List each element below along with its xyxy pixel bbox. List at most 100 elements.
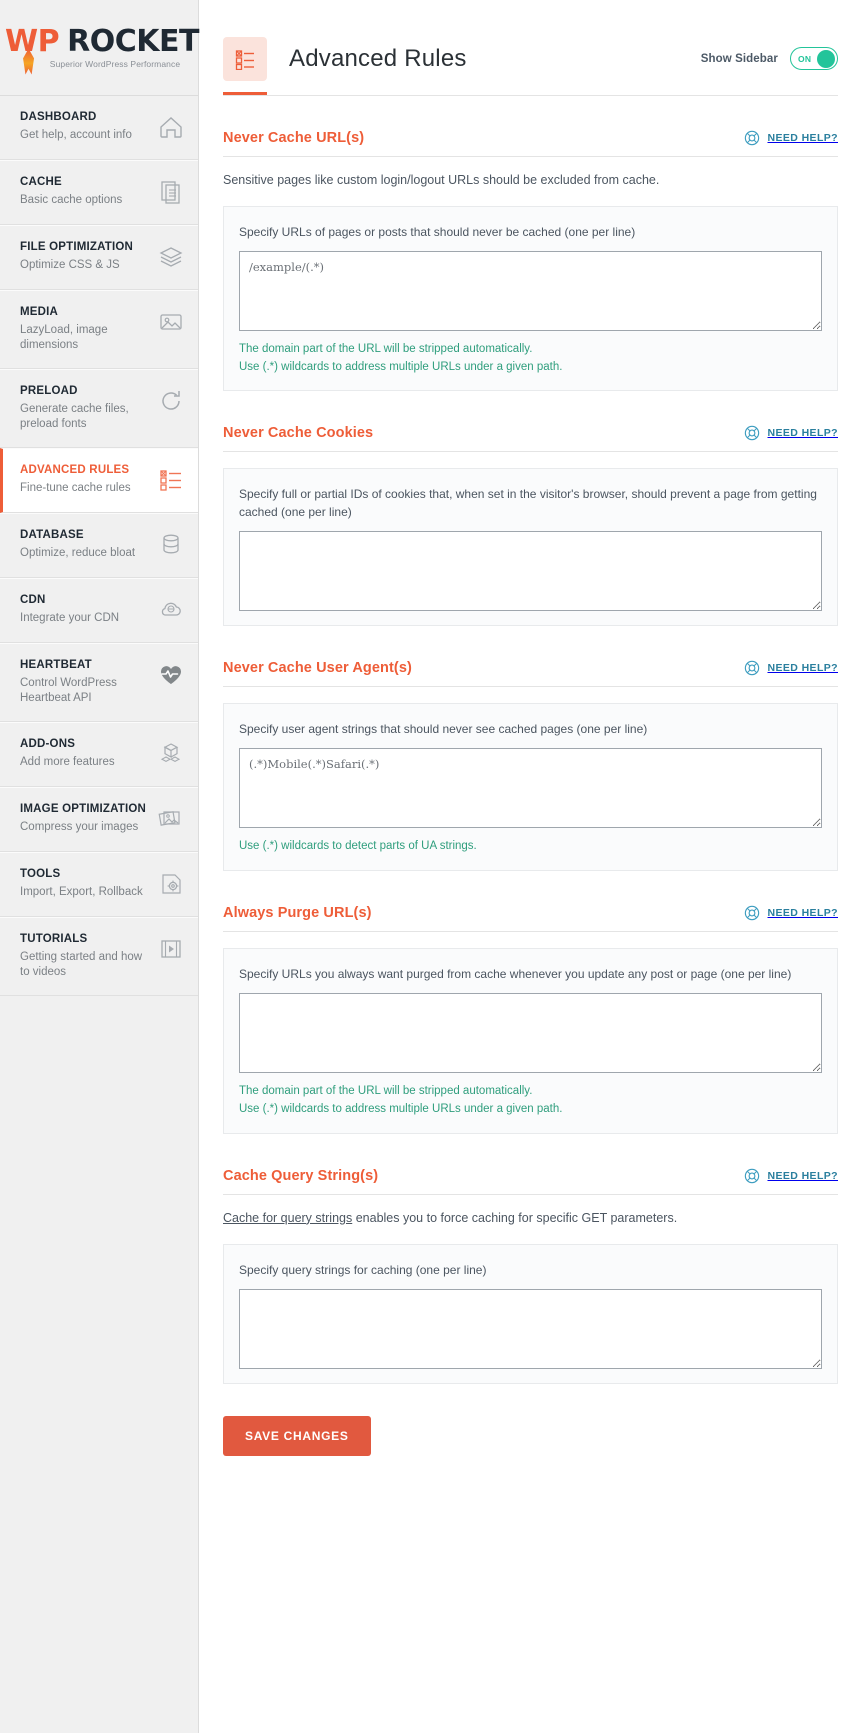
toggle-knob: [817, 49, 835, 68]
cloud-cdn-icon: [158, 597, 184, 623]
heartbeat-icon: [158, 662, 184, 688]
section-description-text: Sensitive pages like custom login/logout…: [223, 173, 660, 187]
need-help-label: NEED HELP?: [767, 1169, 838, 1182]
field-label: Specify URLs you always want purged from…: [239, 967, 792, 982]
need-help-link[interactable]: NEED HELP?: [744, 905, 838, 921]
sidebar-item-text: TUTORIALS Getting started and how to vide…: [20, 932, 156, 981]
sidebar-item-label: DASHBOARD: [20, 111, 97, 123]
refresh-icon: [158, 388, 184, 414]
field-container: Specify full or partial IDs of cookies t…: [223, 468, 838, 627]
never-cache-url-s-textarea[interactable]: [239, 250, 822, 331]
wp-rocket-logo: WP ROCKET Superior WordPress Performance: [0, 0, 199, 95]
addons-cubes-icon: [158, 741, 184, 767]
field-hint: Use (.*) wildcards to detect parts of UA…: [239, 840, 477, 853]
sidebar: WP ROCKET Superior WordPress Performance…: [0, 0, 199, 1733]
sidebar-item-text: MEDIA LazyLoad, image dimensions: [20, 305, 156, 354]
section-header: Never Cache URL(s) NEED HELP?: [223, 130, 838, 157]
section-title: Cache Query String(s): [223, 1167, 379, 1184]
logo-tagline: Superior WordPress Performance: [49, 58, 181, 69]
show-sidebar-toggle[interactable]: ON: [790, 47, 838, 70]
document-icon: [158, 179, 184, 205]
field-container: Specify user agent strings that should n…: [223, 703, 838, 872]
section-description-link[interactable]: Cache for query strings: [223, 1211, 352, 1225]
need-help-link[interactable]: NEED HELP?: [744, 130, 838, 146]
section-description: Cache for query strings enables you to f…: [223, 1209, 838, 1228]
lifebuoy-icon: [745, 661, 760, 676]
sidebar-item-sublabel: Fine-tune cache rules: [20, 481, 131, 494]
section-title: Never Cache User Agent(s): [223, 660, 412, 677]
sidebar-item-label: FILE OPTIMIZATION: [20, 241, 134, 253]
field-hint: The domain part of the URL will be strip…: [239, 1085, 533, 1098]
section-never-cache-cookies: Never Cache Cookies NEED HELP? Specify fu…: [223, 391, 838, 627]
field-hints: The domain part of the URL will be strip…: [239, 341, 822, 377]
section-description: Sensitive pages like custom login/logout…: [223, 171, 838, 190]
lifebuoy-icon: [745, 905, 760, 921]
sidebar-item-cdn[interactable]: CDN Integrate your CDN: [0, 577, 198, 643]
sidebar-item-label: PRELOAD: [20, 384, 78, 397]
sidebar-item-sublabel: Integrate your CDN: [20, 611, 120, 624]
section-always-purge-url-s: Always Purge URL(s) NEED HELP? Specify UR…: [223, 871, 838, 1134]
section-title: Never Cache URL(s): [223, 130, 365, 146]
logo-wp-text: WP: [5, 23, 60, 59]
need-help-label: NEED HELP?: [767, 132, 838, 144]
section-title: Always Purge URL(s): [223, 905, 372, 922]
sidebar-item-sublabel: Import, Export, Rollback: [20, 885, 143, 898]
sidebar-item-sublabel: LazyLoad, image dimensions: [20, 323, 108, 352]
section-header: Always Purge URL(s) NEED HELP?: [223, 905, 838, 933]
sidebar-item-preload[interactable]: PRELOAD Generate cache files, preload fon…: [0, 368, 198, 448]
sidebar-item-label: ADD-ONS: [20, 737, 76, 750]
sidebar-item-tutorials[interactable]: TUTORIALS Getting started and how to vide…: [0, 916, 198, 996]
settings-sections: Never Cache URL(s) NEED HELP? Sensitive p…: [199, 96, 864, 1384]
sidebar-item-heartbeat[interactable]: HEARTBEAT Control WordPress Heartbeat API: [0, 642, 198, 722]
sidebar-item-image-optimization[interactable]: IMAGE OPTIMIZATION Compress your images: [0, 786, 198, 852]
header-controls: Show Sidebar ON: [701, 47, 838, 70]
gear-icon: [158, 871, 184, 897]
never-cache-user-agent-s-textarea[interactable]: [239, 748, 822, 829]
never-cache-cookies-textarea[interactable]: [239, 531, 822, 612]
need-help-link[interactable]: NEED HELP?: [744, 425, 838, 441]
section-header: Cache Query String(s) NEED HELP?: [223, 1168, 838, 1195]
wp-rocket-settings-page: WP ROCKET Superior WordPress Performance…: [0, 0, 864, 1733]
sidebar-item-add-ons[interactable]: ADD-ONS Add more features: [0, 721, 198, 787]
sidebar-item-sublabel: Optimize CSS & JS: [20, 258, 120, 271]
need-help-label: NEED HELP?: [767, 662, 838, 675]
sidebar-item-label: TUTORIALS: [20, 932, 88, 945]
sidebar-item-sublabel: Control WordPress Heartbeat API: [20, 676, 117, 705]
need-help-link[interactable]: NEED HELP?: [744, 660, 838, 676]
sidebar-item-text: DATABASE Optimize, reduce bloat: [20, 528, 141, 561]
field-container: Specify query strings for caching (one p…: [223, 1243, 838, 1384]
cache-query-string-s-textarea[interactable]: [239, 1288, 822, 1369]
sidebar-item-sublabel: Add more features: [20, 755, 115, 768]
section-header: Never Cache User Agent(s) NEED HELP?: [223, 660, 838, 688]
rules-list-icon: [158, 467, 184, 493]
rules-list-icon: [223, 36, 267, 81]
sidebar-item-advanced-rules[interactable]: ADVANCED RULES Fine-tune cache rules: [0, 447, 198, 513]
sidebar-nav: DASHBOARD Get help, account info CACHE Basi…: [0, 95, 198, 996]
field-label: Specify query strings for caching (one p…: [239, 1262, 487, 1277]
sidebar-item-dashboard[interactable]: DASHBOARD Get help, account info: [0, 95, 198, 160]
field-hint: Use (.*) wildcards to address multiple U…: [239, 360, 563, 373]
show-sidebar-label: Show Sidebar: [700, 52, 778, 65]
always-purge-url-s-textarea[interactable]: [239, 993, 822, 1074]
sidebar-item-media[interactable]: MEDIA LazyLoad, image dimensions: [0, 290, 198, 369]
video-play-icon: [158, 936, 184, 962]
need-help-label: NEED HELP?: [767, 907, 838, 920]
section-header: Never Cache Cookies NEED HELP?: [223, 425, 838, 453]
field-label: Specify full or partial IDs of cookies t…: [239, 487, 817, 520]
field-hint: The domain part of the URL will be strip…: [239, 342, 533, 355]
sidebar-item-text: DASHBOARD Get help, account info: [20, 110, 138, 143]
sidebar-item-text: FILE OPTIMIZATION Optimize CSS & JS: [20, 240, 139, 273]
sidebar-item-label: IMAGE OPTIMIZATION: [20, 802, 147, 815]
sidebar-item-text: PRELOAD Generate cache files, preload fon…: [20, 384, 156, 433]
sidebar-item-cache[interactable]: CACHE Basic cache options: [0, 160, 198, 225]
sidebar-item-file-optimization[interactable]: FILE OPTIMIZATION Optimize CSS & JS: [0, 225, 198, 290]
field-hints: Use (.*) wildcards to detect parts of UA…: [239, 838, 822, 856]
need-help-link[interactable]: NEED HELP?: [744, 1168, 838, 1184]
sidebar-item-text: CACHE Basic cache options: [20, 175, 128, 208]
field-container: Specify URLs of pages or posts that shou…: [223, 205, 838, 392]
sidebar-item-database[interactable]: DATABASE Optimize, reduce bloat: [0, 512, 198, 578]
field-label: Specify user agent strings that should n…: [239, 722, 648, 737]
sidebar-item-tools[interactable]: TOOLS Import, Export, Rollback: [0, 851, 198, 917]
save-changes-button[interactable]: SAVE CHANGES: [223, 1415, 371, 1456]
sidebar-item-sublabel: Getting started and how to videos: [20, 950, 143, 979]
